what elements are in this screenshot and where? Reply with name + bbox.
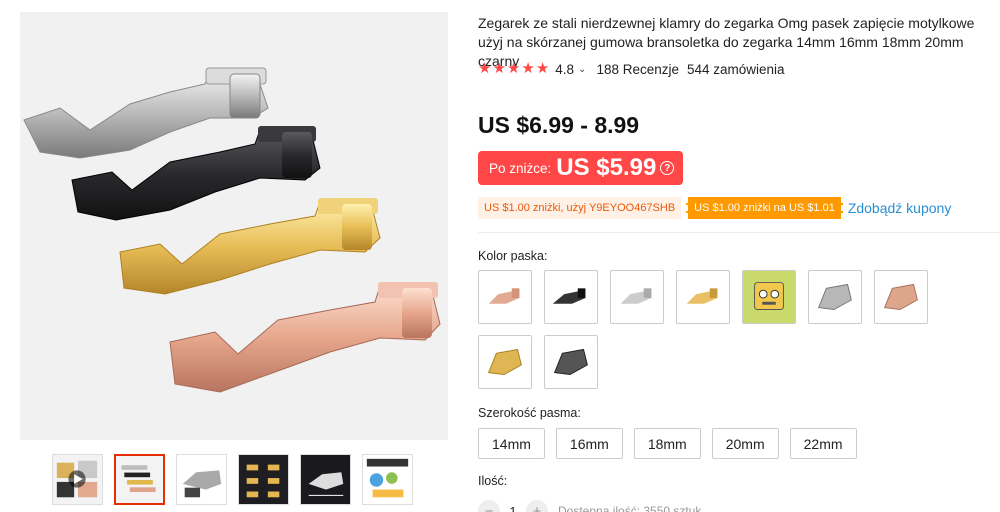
silver-clasp xyxy=(23,67,269,159)
reviews-link[interactable]: 188 Recenzje xyxy=(596,62,679,77)
size-option[interactable]: 20mm xyxy=(711,428,779,459)
swatch-cartoon-robot[interactable] xyxy=(742,270,796,324)
divider xyxy=(478,232,1000,233)
discount-price: US $5.99 xyxy=(556,154,657,181)
star-icon: ★ xyxy=(521,60,535,77)
increase-quantity-button[interactable]: + xyxy=(526,500,548,512)
thumbnail-clasp-colors[interactable] xyxy=(114,454,165,505)
size-option[interactable]: 22mm xyxy=(789,428,857,459)
get-coupons-link[interactable]: Zdobądź kupony xyxy=(848,200,952,216)
orders-count: 544 zamówienia xyxy=(687,61,785,77)
size-option[interactable]: 14mm xyxy=(478,428,545,459)
swatch-gold-clasp[interactable] xyxy=(676,270,730,324)
decrease-quantity-button[interactable]: − xyxy=(478,500,500,512)
width-label: Szerokość pasma: xyxy=(478,406,581,420)
coupon-code-badge[interactable]: US $1.00 zniżki, użyj Y9EYOO467SHB xyxy=(478,197,682,219)
quantity-label: Ilość: xyxy=(478,474,508,488)
star-icon: ★ xyxy=(506,60,521,77)
thumbnail-video[interactable] xyxy=(52,454,103,505)
star-icon: ★ xyxy=(478,60,492,77)
star-icon: ★ xyxy=(535,60,550,77)
price-range: US $6.99 - 8.99 xyxy=(478,112,640,138)
rating-stars: ★ ★ ★ ★ ★ xyxy=(478,61,549,77)
rating-row: ★ ★ ★ ★ ★ 4.8 ⌄ 188 Recenzje 544 zamówie… xyxy=(478,61,785,77)
discount-label: Po zniżce: xyxy=(489,160,552,176)
discount-price-badge[interactable]: Po zniżce: US $5.99 ? xyxy=(478,151,684,185)
thumbnail-strip xyxy=(52,454,413,505)
main-product-image[interactable] xyxy=(20,12,448,440)
swatch-rose-gold-clasp[interactable] xyxy=(478,270,532,324)
stock-available: Dostępna ilość: 3550 sztuk xyxy=(558,504,702,512)
thumbnail-clasp-dimensions[interactable] xyxy=(300,454,351,505)
swatch-black-clasp-large[interactable] xyxy=(544,335,598,389)
size-option[interactable]: 18mm xyxy=(633,428,701,459)
size-options: 14mm 16mm 18mm 20mm 22mm xyxy=(478,428,857,459)
coupons-row: US $1.00 zniżki, użyj Y9EYOO467SHB US $1… xyxy=(478,197,951,219)
swatch-silver-clasp-large[interactable] xyxy=(808,270,862,324)
size-option[interactable]: 16mm xyxy=(555,428,623,459)
rating-value: 4.8 xyxy=(555,61,575,77)
thumbnail-silver-clasp[interactable] xyxy=(176,454,227,505)
color-label: Kolor paska: xyxy=(478,249,548,263)
thumbnail-gold-clasps[interactable] xyxy=(238,454,289,505)
coupon-store-badge[interactable]: US $1.00 zniżki na US $1.01 xyxy=(686,197,843,219)
swatch-gold-clasp-large[interactable] xyxy=(478,335,532,389)
swatch-rose-gold-clasp-large[interactable] xyxy=(874,270,928,324)
quantity-value[interactable]: 1 xyxy=(500,504,526,512)
swatch-black-clasp[interactable] xyxy=(544,270,598,324)
color-swatches xyxy=(478,270,948,389)
swatch-silver-clasp[interactable] xyxy=(610,270,664,324)
info-icon[interactable]: ? xyxy=(660,161,675,175)
chevron-down-icon[interactable]: ⌄ xyxy=(578,64,586,75)
star-icon: ★ xyxy=(492,60,506,77)
thumbnail-advantage[interactable] xyxy=(362,454,413,505)
quantity-stepper: − 1 + Dostępna ilość: 3550 sztuk xyxy=(478,500,701,512)
rose-gold-clasp xyxy=(169,282,441,393)
